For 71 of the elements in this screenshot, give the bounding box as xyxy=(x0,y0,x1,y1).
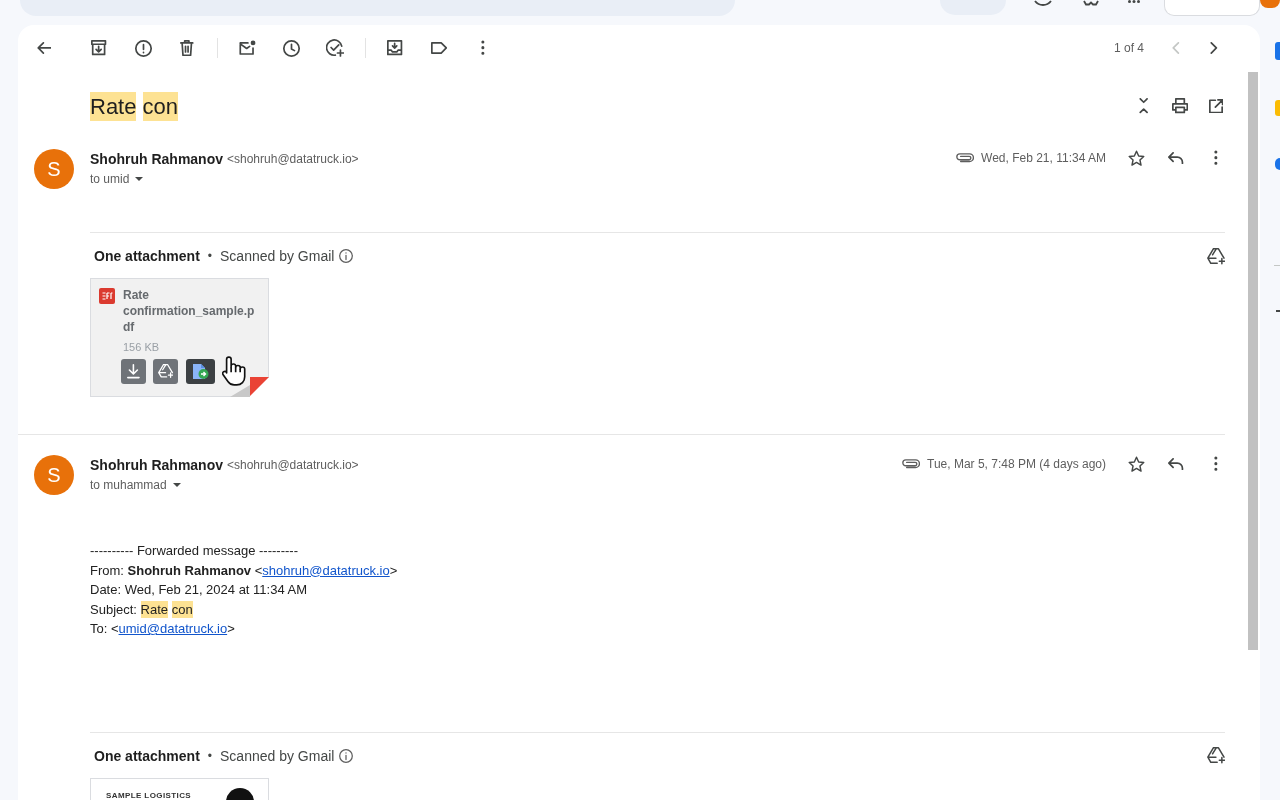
chevron-left-icon xyxy=(1172,42,1180,54)
hand-cursor-icon xyxy=(222,356,246,386)
download-icon xyxy=(127,364,140,379)
attachment-card[interactable]: Rate confirmation_sample.pdf 156 KB xyxy=(90,278,269,397)
from-line: From: Shohruh Rahmanov <shohruh@datatruck.io> xyxy=(90,561,399,580)
message-date: Wed, Feb 21, 11:34 AM xyxy=(981,151,1106,165)
attachment-count: One attachment xyxy=(94,747,200,764)
printer-icon xyxy=(1171,98,1189,114)
bullet-separator: • xyxy=(207,748,212,763)
drive-add-icon xyxy=(1206,247,1226,265)
recipient-dropdown[interactable]: to muhammad xyxy=(90,475,181,495)
email-subject: Rate con xyxy=(90,91,179,121)
reply-icon xyxy=(1168,457,1184,471)
account-avatar[interactable] xyxy=(1260,0,1280,8)
envelope-dot-icon xyxy=(238,40,256,56)
archive-icon xyxy=(91,40,107,56)
more-icon xyxy=(1214,456,1218,472)
round-logo-icon xyxy=(226,787,254,800)
reply-icon xyxy=(1168,151,1184,165)
trash-icon xyxy=(180,39,194,57)
scrollbar[interactable] xyxy=(1248,72,1258,650)
folded-corner-icon xyxy=(230,377,269,397)
document-arrow-icon xyxy=(192,363,209,380)
caret-icon xyxy=(172,483,181,487)
more-icon xyxy=(481,40,485,56)
back-icon xyxy=(36,42,52,54)
more-icon xyxy=(1214,150,1218,166)
sender-email: <shohruh@datatruck.io> xyxy=(227,458,359,472)
info-icon xyxy=(339,249,354,263)
clock-icon xyxy=(282,39,300,57)
field-line: Date: Wed, Feb 21, 2024 at 11:34 AM xyxy=(90,581,309,599)
to-line: To: <umid@datatruck.io> xyxy=(90,620,236,638)
side-panel-icon[interactable] xyxy=(1275,158,1280,170)
recipient-dropdown[interactable]: to umid xyxy=(90,169,144,189)
settings-icon[interactable] xyxy=(1083,0,1099,6)
tray-arrow-icon xyxy=(387,40,403,56)
attachment-count: One attachment xyxy=(94,248,200,264)
open-external-icon xyxy=(1208,98,1224,114)
scan-note: Scanned by Gmail xyxy=(220,248,335,264)
help-icon[interactable] xyxy=(1034,0,1052,6)
info-icon xyxy=(339,748,354,763)
download-button[interactable] xyxy=(121,359,146,384)
apps-icon[interactable] xyxy=(1128,0,1140,3)
sender-avatar: S xyxy=(34,149,74,189)
scan-note: Scanned by Gmail xyxy=(220,747,335,764)
file-size: 156 KB xyxy=(123,340,161,355)
check-plus-icon xyxy=(325,39,345,57)
pdf-file-icon xyxy=(99,288,115,304)
page-counter: 1 of 4 xyxy=(1113,41,1144,55)
drive-add-icon xyxy=(157,364,174,379)
sender-avatar: S xyxy=(34,455,74,495)
attachment-preview[interactable]: SAMPLE LOGISTICS xyxy=(90,777,269,800)
forwarded-header-line: ---------- Forwarded message --------- xyxy=(90,542,299,560)
file-name: Rate confirmation_sample.pdf xyxy=(123,287,256,335)
chevron-right-icon xyxy=(1210,42,1218,54)
preview-heading: SAMPLE LOGISTICS xyxy=(106,790,192,800)
sender-name: Shohruh Rahmanov xyxy=(90,151,223,167)
message-date: Tue, Mar 5, 7:48 PM (4 days ago) xyxy=(927,457,1106,471)
label-icon xyxy=(430,42,448,54)
subject-line: Subject: Rate con xyxy=(90,599,194,619)
email-link[interactable]: shohruh@datatruck.io xyxy=(262,562,390,578)
collapse-icon xyxy=(1139,98,1149,114)
sender-name: Shohruh Rahmanov xyxy=(90,457,223,473)
alert-icon xyxy=(134,39,152,57)
save-to-drive-button[interactable] xyxy=(153,359,178,384)
email-link[interactable]: umid@datatruck.io xyxy=(118,621,228,636)
sender-email: <shohruh@datatruck.io> xyxy=(227,152,359,166)
drive-add-icon xyxy=(1206,747,1226,764)
open-with-button[interactable] xyxy=(186,359,215,384)
caret-icon xyxy=(135,177,144,181)
bullet-separator: • xyxy=(207,249,212,263)
